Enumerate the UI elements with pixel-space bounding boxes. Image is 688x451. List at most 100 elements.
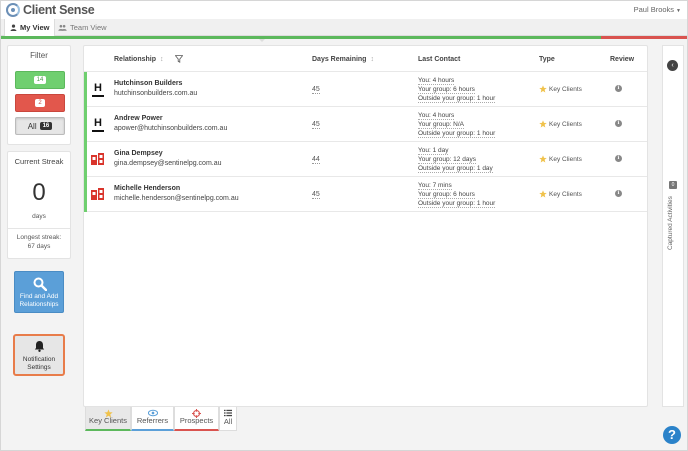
last-contact: You: 7 mins Your group: 6 hours Outside yo… — [418, 181, 496, 208]
type-label: Key Clients — [549, 190, 582, 198]
table-header: Relationship ↕ Days Remaining ↕ Last Conta… — [84, 46, 647, 72]
last-contact-you: You: 1 day — [418, 147, 449, 155]
captured-activities-panel[interactable]: ‹ 0 Captured Activities — [662, 45, 684, 407]
chevron-left-icon[interactable]: ‹ — [667, 60, 678, 71]
header-review: Review — [610, 56, 635, 63]
last-contact-group: Your group: 6 hours — [418, 191, 475, 199]
sort-icon[interactable]: ↕ — [370, 56, 374, 63]
status-bar-green — [84, 177, 87, 212]
days-remaining: 45 — [312, 121, 320, 129]
last-contact-you: You: 4 hours — [418, 77, 455, 85]
filter-green-button[interactable]: 14 — [15, 71, 65, 89]
app-logo[interactable]: Client Sense — [6, 3, 95, 17]
longest-streak: Longest streak: 67 days — [8, 233, 70, 251]
tab-my-view[interactable]: My View — [4, 19, 56, 36]
streak-panel: Current Streak 0 days Longest streak: 67… — [7, 151, 71, 259]
divider — [8, 228, 70, 229]
last-contact: You: 4 hours Your group: 6 hours Outside y… — [418, 76, 496, 103]
company-logo-icon — [91, 153, 104, 165]
last-contact-outside: Outside your group: 1 hour — [418, 130, 496, 138]
relationship-type: Key Clients — [539, 155, 582, 163]
bell-icon — [34, 341, 45, 352]
all-count-badge: 16 — [39, 122, 53, 130]
top-bar: Client Sense Paul Brooks ▼ — [1, 1, 687, 19]
last-contact-you: You: 7 mins — [418, 182, 452, 190]
filter-title: Filter — [30, 51, 48, 60]
status-bar-green — [84, 142, 87, 177]
user-name: Paul Brooks — [633, 5, 675, 14]
streak-value: 0 — [32, 179, 46, 206]
relationship-name[interactable]: Michelle Henderson — [114, 185, 180, 192]
tab-all[interactable]: All — [219, 407, 237, 431]
users-icon — [58, 24, 67, 31]
header-last-contact: Last Contact — [418, 56, 461, 63]
company-logo-icon — [91, 188, 104, 200]
header-relationship[interactable]: Relationship ↕ — [114, 56, 164, 63]
last-contact-group: Your group: 6 hours — [418, 86, 475, 94]
tab-team-view[interactable]: Team View — [53, 19, 112, 36]
star-icon — [539, 155, 547, 163]
tab-referrers[interactable]: Referrers — [131, 407, 174, 431]
last-contact-outside: Outside your group: 1 hour — [418, 95, 496, 103]
filter-red-button[interactable]: 2 — [15, 94, 65, 112]
relationship-name[interactable]: Hutchinson Builders — [114, 80, 182, 87]
filter-funnel-icon[interactable] — [175, 55, 183, 63]
info-icon[interactable]: i — [615, 155, 622, 162]
type-label: Key Clients — [549, 85, 582, 93]
last-contact-you: You: 4 hours — [418, 112, 455, 120]
green-count-badge: 14 — [33, 76, 47, 84]
avatar-letter: H — [94, 117, 102, 129]
relationship-name[interactable]: Gina Dempsey — [114, 150, 163, 157]
caret-down-icon: ▼ — [676, 8, 681, 14]
table-row[interactable]: H Hutchinson Builders hutchinsonbuilders.c… — [84, 72, 647, 107]
table-row[interactable]: Gina Dempsey gina.dempsey@sentinelpg.com.… — [84, 142, 647, 177]
days-remaining: 44 — [312, 156, 320, 164]
tab-team-view-label: Team View — [70, 23, 107, 32]
user-menu[interactable]: Paul Brooks ▼ — [634, 5, 681, 14]
tab-indicator — [259, 39, 265, 42]
notification-settings-button[interactable]: Notification Settings — [13, 334, 65, 376]
last-contact-group: Your group: N/A — [418, 121, 465, 129]
find-add-relationships-button[interactable]: Find and Add Relationships — [14, 271, 64, 313]
find-add-label: Find and Add Relationships — [19, 293, 59, 308]
info-icon[interactable]: i — [615, 120, 622, 127]
table-row[interactable]: H Andrew Power apower@hutchinsonbuilders.c… — [84, 107, 647, 142]
longest-streak-label: Longest streak: — [16, 234, 62, 241]
streak-unit: days — [32, 213, 46, 220]
header-days-remaining-label: Days Remaining — [312, 56, 367, 63]
tab-key-clients-label: Key Clients — [89, 416, 127, 425]
help-button[interactable]: ? — [663, 426, 681, 444]
info-icon[interactable]: i — [615, 85, 622, 92]
status-bar-green — [84, 107, 87, 142]
sort-icon[interactable]: ↕ — [160, 56, 164, 63]
search-icon — [33, 277, 47, 291]
streak-title: Current Streak — [14, 157, 64, 166]
relationship-name[interactable]: Andrew Power — [114, 115, 163, 122]
tab-my-view-label: My View — [20, 23, 50, 32]
streak-progress-bar — [1, 36, 687, 39]
tab-referrers-label: Referrers — [136, 416, 169, 425]
filter-all-button[interactable]: All 16 — [15, 117, 65, 135]
last-contact-outside: Outside your group: 1 hour — [418, 200, 496, 208]
last-contact: You: 1 day Your group: 12 days Outside you… — [418, 146, 493, 173]
app-title: Client Sense — [23, 3, 95, 17]
longest-streak-value: 67 days — [27, 243, 51, 250]
tab-key-clients[interactable]: Key Clients — [85, 407, 131, 431]
header-days-remaining[interactable]: Days Remaining ↕ — [312, 56, 374, 63]
captured-activities-label: Captured Activities — [667, 196, 674, 250]
status-bar-green — [84, 72, 87, 107]
header-type: Type — [539, 56, 555, 63]
tab-prospects[interactable]: Prospects — [174, 407, 219, 431]
tab-prospects-label: Prospects — [179, 416, 214, 425]
table-row[interactable]: Michelle Henderson michelle.henderson@sen… — [84, 177, 647, 212]
view-tabs: My View Team View — [1, 19, 687, 36]
info-icon[interactable]: i — [615, 190, 622, 197]
tab-all-label: All — [223, 417, 233, 426]
relationship-email: hutchinsonbuilders.com.au — [114, 90, 198, 97]
avatar-letter: H — [94, 82, 102, 94]
type-label: Key Clients — [549, 120, 582, 128]
star-icon — [539, 85, 547, 93]
relationship-type: Key Clients — [539, 85, 582, 93]
type-label: Key Clients — [549, 155, 582, 163]
filter-all-label: All — [27, 121, 37, 131]
